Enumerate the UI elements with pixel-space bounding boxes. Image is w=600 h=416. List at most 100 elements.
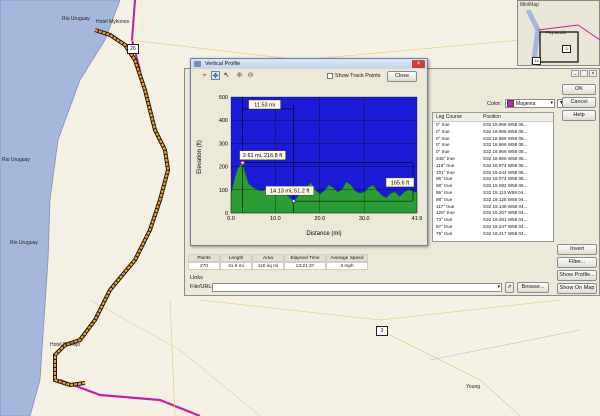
y-tick-label: 500	[219, 95, 228, 101]
file-url-label: File/URL:	[190, 284, 213, 290]
x-tick-label: 10.0	[270, 216, 281, 222]
help-button[interactable]: Help	[562, 110, 596, 121]
label-rio-uruguay-mid: Rio Uruguay	[10, 240, 38, 246]
cell-leg-course: 117° true	[436, 203, 455, 209]
show-profile-button[interactable]: Show Profile...	[557, 270, 597, 281]
cell-leg-course: 248° true	[436, 155, 455, 161]
browse-button[interactable]: Browse...	[517, 282, 549, 293]
cell-position: S32 18.974 W58 05...	[483, 162, 528, 168]
minimap-canvas	[525, 10, 600, 66]
table-row[interactable]: 98° true S32 19.128 W58 04...	[433, 197, 553, 204]
cell-leg-course: 0° true	[436, 122, 450, 127]
stats-value-area: 110 sq mi	[252, 262, 284, 270]
cell-position: S32 18.966 W58 05...	[483, 128, 528, 134]
filter-button[interactable]: Filter...	[557, 257, 597, 268]
cell-leg-course: 79° true	[436, 230, 453, 236]
x-tick-label: 30.0	[359, 216, 370, 222]
file-url-input[interactable]: ▾	[212, 283, 502, 292]
table-row[interactable]: 73° true S32 19.281 W58 04...	[433, 217, 553, 224]
table-row[interactable]: 0° true S32 18.966 W58 05...	[433, 136, 553, 143]
maximize-icon[interactable]	[580, 70, 588, 77]
cell-position: S32 19.113 W58 04...	[483, 189, 528, 195]
minimap-label-paysandu: Paysandu	[546, 30, 567, 35]
minimap[interactable]: MiniMap Paysandu 14 3	[517, 0, 600, 66]
cell-position: S32 19.092 W58 05...	[483, 183, 528, 189]
color-swatch	[507, 100, 514, 107]
table-row[interactable]: 0° true S32 18.966 W58 05...	[433, 149, 553, 156]
window-controls: _ ×	[571, 70, 597, 77]
elevation-chart[interactable]: 0100200300400500 0.0 10.0 20.0 30.0 41.9 Ele…	[193, 87, 427, 237]
x-axis-label: Distance (mi)	[306, 231, 341, 237]
road-shield-26: 26	[127, 44, 139, 54]
table-row[interactable]: 96° true S32 19.074 W58 05...	[433, 176, 553, 183]
table-row[interactable]: 67° true S32 19.247 W58 04...	[433, 224, 553, 231]
cell-position: S32 19.281 W58 04...	[483, 217, 528, 223]
y-tick-label: 200	[219, 165, 228, 171]
table-row[interactable]: 95° true S32 19.113 W58 04...	[433, 190, 553, 197]
zoom-in-icon[interactable]: ⊕	[235, 71, 244, 80]
cell-position: S32 19.044 W58 05...	[483, 169, 528, 175]
cancel-button[interactable]: Cancel	[562, 97, 596, 108]
color-label: Color:	[487, 101, 502, 107]
table-row[interactable]: 79° true S32 19.217 W58 04...	[433, 231, 553, 238]
cell-position: S32 19.128 W58 04...	[483, 196, 528, 202]
table-row[interactable]: 129° true S32 19.207 W58 04...	[433, 210, 553, 217]
cell-leg-course: 96° true	[436, 176, 453, 182]
table-row[interactable]: 248° true S32 18.966 W58 05...	[433, 156, 553, 163]
cell-position: S32 19.074 W58 05...	[483, 176, 528, 182]
vertical-profile-title: Vertical Profile	[205, 61, 241, 67]
close-icon[interactable]: ×	[589, 70, 597, 77]
minimize-icon[interactable]: _	[571, 70, 579, 77]
invert-button[interactable]: Invert	[557, 244, 597, 255]
track-points-table[interactable]: Leg Course Position 0° true S32 18.966 W5…	[432, 112, 554, 242]
road-shield-3: 3	[376, 326, 388, 336]
stats-value-length: 41.9 mi	[220, 262, 252, 270]
show-track-points-checkbox[interactable]	[327, 73, 333, 79]
close-button[interactable]: Close	[387, 71, 417, 82]
low-label: 14.13 mi, 51.2 ft	[265, 185, 314, 196]
link-icon: ⇗	[507, 284, 512, 290]
cell-leg-course: 0° true	[436, 149, 450, 155]
y-tick-label: 400	[219, 118, 228, 124]
cell-position: S32 18.966 W58 05...	[483, 135, 528, 141]
table-row[interactable]: 117° true S32 19.148 W58 04...	[433, 204, 553, 211]
close-icon[interactable]: ×	[412, 60, 425, 68]
span-label-text: 11.53 mi	[254, 103, 275, 109]
vertical-profile-titlebar[interactable]: Vertical Profile ×	[191, 59, 427, 69]
table-row[interactable]: 101° true S32 19.044 W58 05...	[433, 170, 553, 177]
cell-leg-course: 119° true	[436, 162, 455, 168]
table-row[interactable]: 119° true S32 18.974 W58 05...	[433, 163, 553, 170]
chevron-down-icon: ▾	[550, 100, 553, 106]
x-tick-label: 20.0	[314, 216, 325, 222]
zoom-out-icon[interactable]: ⊖	[246, 71, 255, 80]
table-row[interactable]: 0° true S32 18.966 W58 05...	[433, 129, 553, 136]
table-row[interactable]: 98° true S32 19.092 W58 05...	[433, 183, 553, 190]
cell-leg-course: 73° true	[436, 217, 453, 223]
minimap-shield-14: 14	[532, 57, 541, 65]
pan-icon[interactable]: ✥	[211, 71, 220, 80]
ok-button[interactable]: OK	[562, 84, 596, 95]
table-header: Leg Course Position	[433, 113, 553, 122]
table-row[interactable]: 0° true S32 18.966 W58 05...	[433, 142, 553, 149]
color-select[interactable]: Magenta ▾	[505, 99, 555, 108]
y-tick-label: 100	[219, 188, 228, 194]
app-icon	[194, 61, 201, 67]
stats-value-elapsed: 13:21:37	[284, 262, 326, 270]
header-leg-course[interactable]: Leg Course	[433, 113, 483, 121]
label-rio-uruguay-top: Rio Uruguay	[62, 16, 90, 22]
cell-leg-course: 98° true	[436, 196, 453, 202]
pointer-icon[interactable]: ↖	[222, 71, 231, 80]
crosshair-icon[interactable]: ⌖	[200, 71, 209, 80]
links-label: Links	[190, 275, 203, 281]
cell-leg-course: 0° true	[436, 128, 450, 134]
table-row[interactable]: 0° true S32 18.966 W58 05...	[433, 122, 553, 129]
cell-leg-course: 95° true	[436, 189, 453, 195]
minimap-shield-3: 3	[562, 45, 571, 53]
header-position[interactable]: Position	[483, 113, 553, 121]
stats-header-speed: Average Speed	[326, 254, 368, 262]
show-on-map-button[interactable]: Show On Map	[557, 283, 597, 294]
color-select-value: Magenta	[516, 101, 536, 107]
label-hotel-pt-viejo: Hotel Pt Viejo	[50, 342, 81, 348]
open-link-button[interactable]: ⇗	[505, 282, 514, 293]
diff-label: 165.6 ft	[385, 177, 415, 188]
